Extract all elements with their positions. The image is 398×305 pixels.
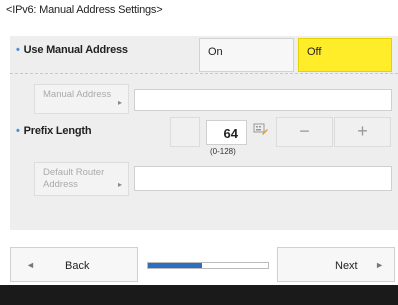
chevron-right-icon: ▸	[117, 98, 122, 107]
increment-button[interactable]: +	[334, 117, 391, 147]
manual-address-button-label: Manual Address	[43, 89, 112, 100]
progress-fill	[148, 263, 202, 268]
arrow-left-icon: ◄	[26, 260, 35, 270]
arrow-right-icon: ►	[375, 260, 384, 270]
off-button[interactable]: Off	[298, 38, 392, 72]
off-button-label: Off	[307, 46, 322, 58]
decrement-button[interactable]: −	[276, 117, 333, 147]
prefix-length-value[interactable]: 64	[206, 120, 247, 145]
default-router-label-line2: Address	[43, 179, 78, 190]
next-button[interactable]: Next ►	[277, 247, 395, 282]
default-router-address-button[interactable]: Default Router Address ▸	[34, 162, 129, 196]
use-manual-address-label: • Use Manual Address	[16, 44, 128, 56]
footer-bar	[0, 285, 398, 305]
bullet-icon: •	[16, 125, 20, 137]
prefix-length-label: • Prefix Length	[16, 125, 92, 137]
default-router-address-field[interactable]	[134, 166, 392, 191]
chevron-right-icon: ▸	[117, 180, 122, 189]
prefix-range-hint: (0-128)	[210, 147, 236, 156]
progress-bar	[147, 262, 269, 269]
page-title: <IPv6: Manual Address Settings>	[6, 4, 163, 16]
back-button[interactable]: ◄ Back	[10, 247, 138, 282]
manual-address-button[interactable]: Manual Address ▸	[34, 84, 129, 114]
bullet-icon: •	[16, 44, 20, 56]
keyboard-icon[interactable]	[253, 121, 269, 137]
next-button-label: Next	[335, 260, 358, 272]
on-button-label: On	[208, 46, 223, 58]
use-manual-address-text: Use Manual Address	[23, 44, 128, 56]
prefix-length-text: Prefix Length	[23, 125, 92, 137]
default-router-label-line1: Default Router	[43, 167, 105, 178]
on-button[interactable]: On	[199, 38, 294, 72]
manual-address-field[interactable]	[134, 89, 392, 111]
section-divider	[10, 73, 398, 74]
back-button-label: Back	[65, 260, 90, 272]
empty-cell	[170, 117, 200, 147]
